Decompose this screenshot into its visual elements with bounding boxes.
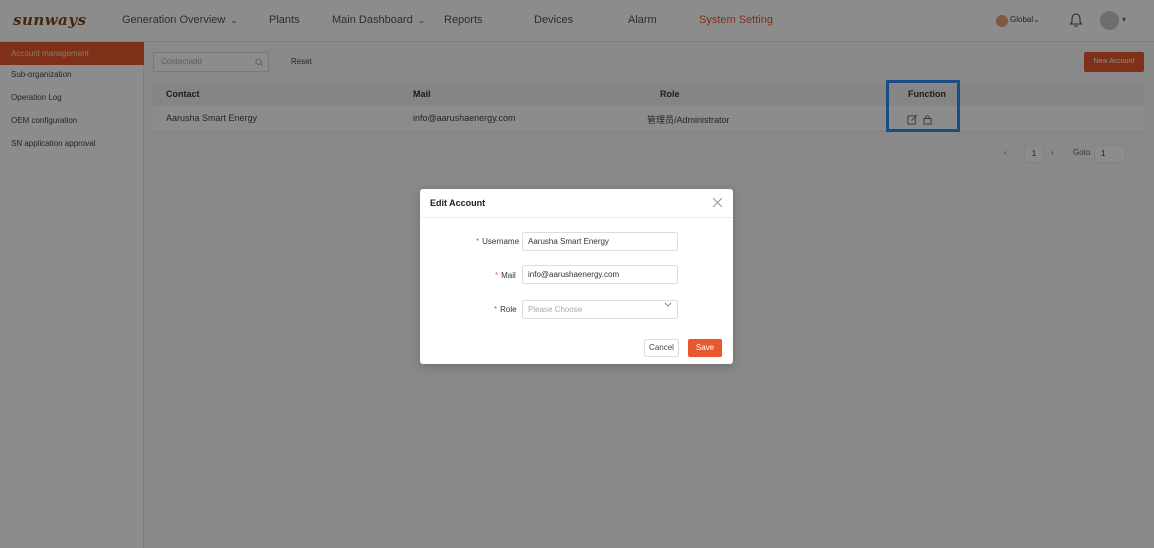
role-label: * Role xyxy=(494,305,517,314)
edit-account-dialog: Edit Account * Username Aarusha Smart Ene… xyxy=(420,189,733,364)
mail-field[interactable]: info@aarushaenergy.com xyxy=(522,265,678,284)
username-label: * Username xyxy=(476,237,520,246)
required-mark: * xyxy=(495,271,499,280)
dialog-header: Edit Account xyxy=(420,189,733,218)
mail-label: * Mail xyxy=(495,271,516,280)
role-select[interactable]: Please Choose xyxy=(522,300,678,319)
dialog-title: Edit Account xyxy=(430,198,486,208)
cancel-button[interactable]: Cancel xyxy=(644,339,679,357)
chevron-down-icon[interactable] xyxy=(664,302,672,308)
username-field[interactable]: Aarusha Smart Energy xyxy=(522,232,678,251)
required-mark: * xyxy=(476,237,480,246)
save-button[interactable]: Save xyxy=(688,339,722,357)
close-icon[interactable] xyxy=(712,197,723,208)
required-mark: * xyxy=(494,305,498,314)
